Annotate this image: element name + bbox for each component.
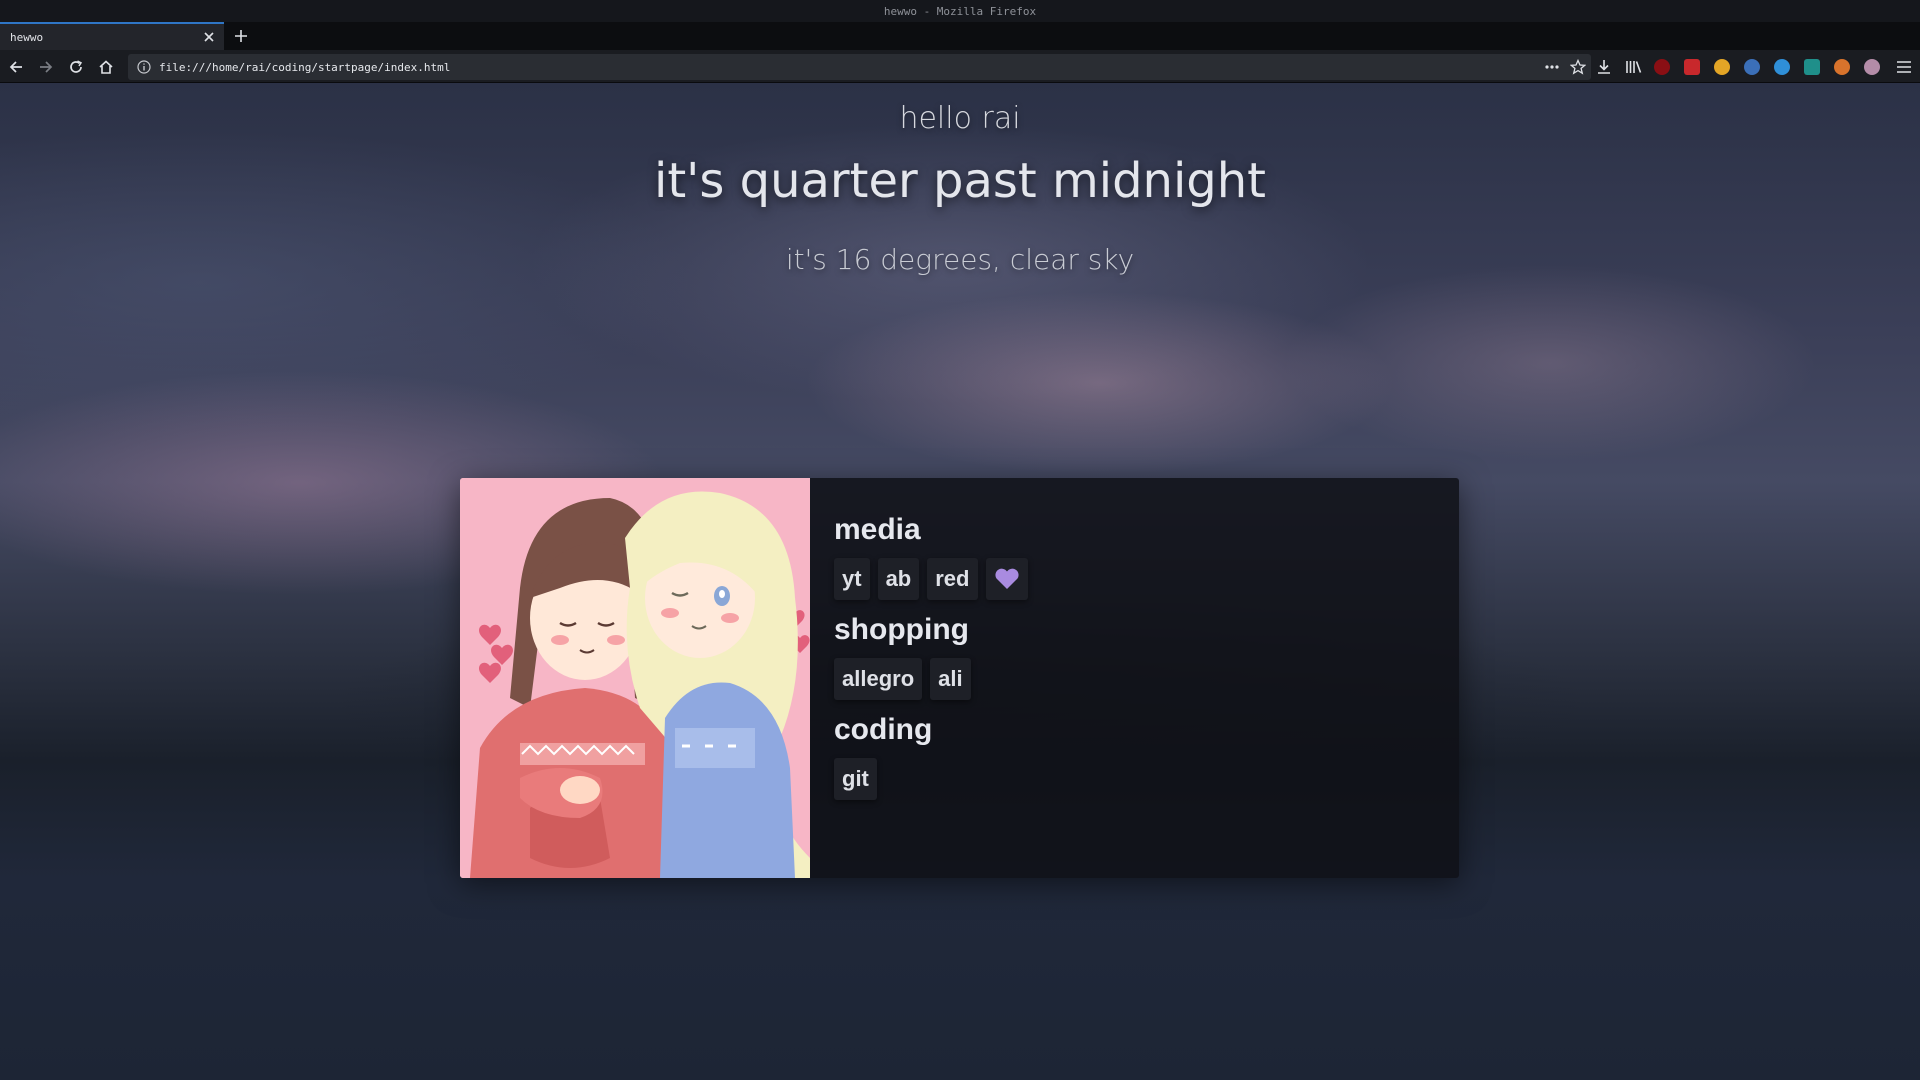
- bookmark-star-icon[interactable]: [1565, 54, 1591, 80]
- navigation-toolbar: file:///home/rai/coding/startpage/index.…: [0, 50, 1920, 83]
- couple-illustration: [460, 478, 810, 878]
- link-ali[interactable]: ali: [930, 658, 971, 700]
- url-bar[interactable]: file:///home/rai/coding/startpage/index.…: [128, 54, 1591, 80]
- category-title-coding: coding: [834, 713, 933, 746]
- new-tab-plus-icon[interactable]: [229, 24, 253, 48]
- library-icon[interactable]: [1621, 54, 1647, 80]
- window-titlebar: hewwo - Mozilla Firefox: [0, 0, 1920, 22]
- category-title-shopping: shopping: [834, 613, 969, 646]
- startpage: hello rai it's quarter past midnight it'…: [0, 83, 1920, 1080]
- link-ab[interactable]: ab: [877, 558, 920, 600]
- avatar-icon[interactable]: [1864, 59, 1880, 75]
- link-red[interactable]: red: [927, 558, 978, 600]
- extension-orange-icon[interactable]: [1834, 59, 1850, 75]
- ublock-icon[interactable]: [1654, 59, 1670, 75]
- back-arrow-icon[interactable]: [3, 54, 29, 80]
- download-icon[interactable]: [1591, 54, 1617, 80]
- stylus-icon[interactable]: [1774, 59, 1790, 75]
- link-git[interactable]: git: [834, 758, 877, 800]
- category-links-coding: git: [834, 758, 1434, 800]
- greeting-text: hello rai: [899, 101, 1021, 136]
- info-icon[interactable]: [131, 54, 157, 80]
- extension-teal-icon[interactable]: [1804, 59, 1820, 75]
- category-links-media: yt ab red: [834, 558, 1434, 600]
- time-text: it's quarter past midnight: [654, 153, 1266, 209]
- forward-arrow-icon[interactable]: [33, 54, 59, 80]
- tab-hewwo[interactable]: hewwo: [0, 22, 224, 50]
- reload-icon[interactable]: [63, 54, 89, 80]
- extension-red-icon[interactable]: [1684, 59, 1700, 75]
- link-categories: media yt ab red shopping allegro ali cod…: [834, 512, 1434, 812]
- close-tab-icon[interactable]: [198, 26, 220, 48]
- window-title: hewwo - Mozilla Firefox: [883, 4, 1037, 18]
- extension-yellow-icon[interactable]: [1714, 59, 1730, 75]
- page-actions-menu-icon[interactable]: [1539, 54, 1565, 80]
- category-title-media: media: [834, 513, 921, 546]
- url-text[interactable]: file:///home/rai/coding/startpage/index.…: [159, 61, 1539, 74]
- links-card: media yt ab red shopping allegro ali cod…: [460, 478, 1459, 878]
- tab-title: hewwo: [10, 30, 44, 44]
- weather-text: it's 16 degrees, clear sky: [785, 243, 1135, 276]
- heart-icon[interactable]: [985, 558, 1028, 600]
- tab-strip: hewwo: [0, 22, 1920, 50]
- link-yt[interactable]: yt: [834, 558, 870, 600]
- link-allegro[interactable]: allegro: [834, 658, 923, 700]
- category-links-shopping: allegro ali: [834, 658, 1434, 700]
- hamburger-menu-icon[interactable]: [1891, 54, 1917, 80]
- home-icon[interactable]: [93, 54, 119, 80]
- extension-dots-icon[interactable]: [1744, 59, 1760, 75]
